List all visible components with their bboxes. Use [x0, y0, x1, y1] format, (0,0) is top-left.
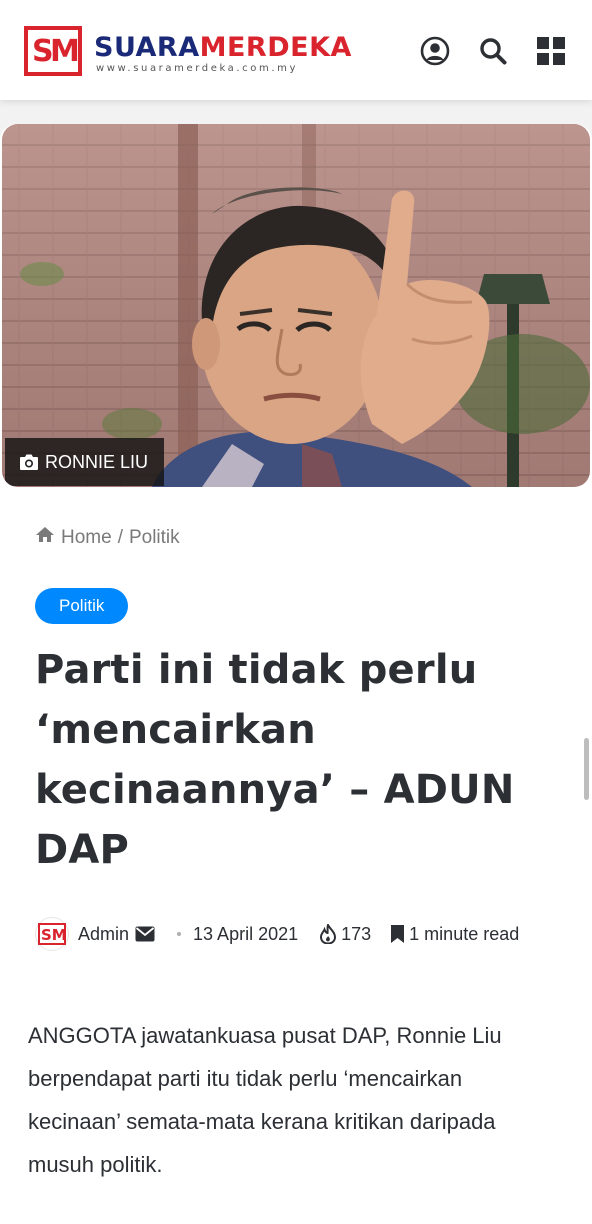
email-icon[interactable]	[135, 926, 155, 942]
page-scrollbar[interactable]	[584, 738, 589, 800]
bookmark-icon	[391, 925, 405, 943]
article-card: RONNIE LIU Home / Politik Politik Parti …	[0, 124, 592, 1224]
featured-image-illustration	[2, 124, 590, 487]
breadcrumb-current[interactable]: Politik	[129, 527, 180, 549]
breadcrumb-home-link[interactable]: Home	[61, 527, 112, 549]
article-title: Parti ini tidak perlu ‘mencairkan kecina…	[35, 647, 515, 873]
site-header: S M SUARAMERDEKA www.suaramerdeka.com.my	[0, 0, 592, 100]
view-count: 173	[341, 923, 372, 944]
category-tag[interactable]: Politik	[35, 588, 129, 624]
fire-icon	[320, 924, 337, 944]
brand-name: SUARAMERDEKA	[94, 32, 352, 63]
brand-url: www.suaramerdeka.com.my	[96, 63, 298, 74]
home-icon	[35, 526, 55, 549]
search-icon[interactable]	[478, 36, 508, 66]
logo-mark: S M	[24, 26, 82, 76]
menu-grid-icon[interactable]	[536, 36, 566, 66]
image-caption-text: RONNIE LIU	[45, 451, 149, 472]
read-time: 1 minute read	[409, 923, 520, 944]
article-meta: SM Admin 13 April 2021 173 1 minute read	[35, 914, 575, 954]
author-name[interactable]: Admin	[78, 924, 129, 945]
featured-image[interactable]: RONNIE LIU	[2, 124, 590, 487]
site-logo[interactable]: S M SUARAMERDEKA www.suaramerdeka.com.my	[24, 26, 394, 80]
user-icon[interactable]	[420, 36, 450, 66]
brand-name-part2: MERDEKA	[199, 32, 352, 63]
author-avatar[interactable]: SM	[35, 917, 69, 951]
logo-letter-m: M	[50, 34, 80, 69]
meta-separator	[177, 932, 182, 936]
image-caption: RONNIE LIU	[5, 438, 165, 486]
article-lead-paragraph: ANGGOTA jawatankuasa pusat DAP, Ronnie L…	[28, 1023, 502, 1177]
breadcrumb: Home / Politik	[35, 526, 180, 549]
svg-text:SM: SM	[41, 926, 66, 944]
camera-icon	[19, 453, 39, 471]
logo-letter-s: S	[32, 34, 54, 69]
publish-date: 13 April 2021	[193, 923, 299, 944]
breadcrumb-separator: /	[117, 526, 123, 548]
brand-name-part1: SUARA	[94, 32, 200, 63]
